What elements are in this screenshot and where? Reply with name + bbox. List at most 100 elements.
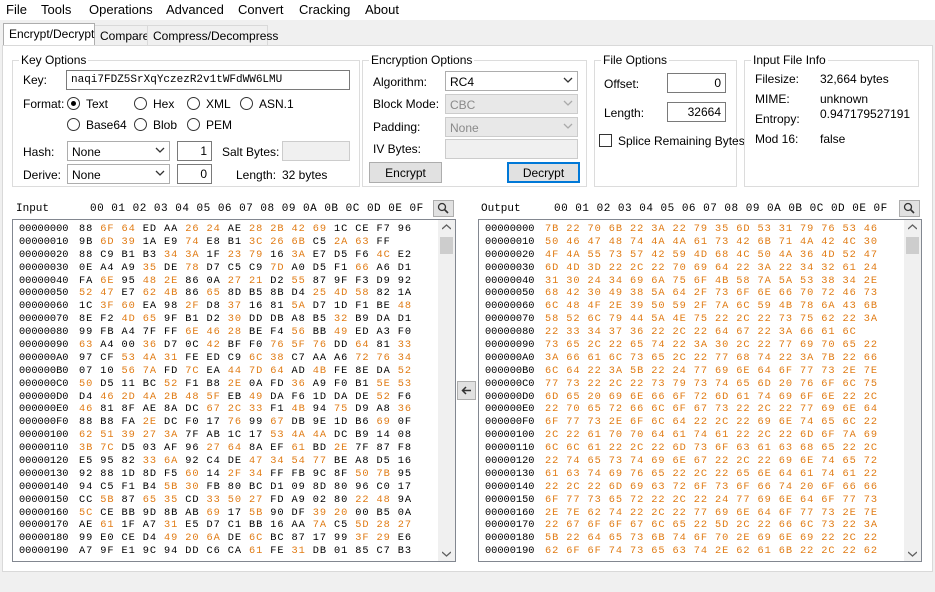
row-bytes: 2C 22 61 70 70 64 61 74 61 22 2C 22 6D 6… bbox=[545, 429, 878, 442]
row-bytes: 9B 6D 39 1A E9 74 E8 B1 3C 26 6B C5 2A 6… bbox=[79, 235, 391, 248]
row-address: 000000C0 bbox=[19, 377, 69, 390]
row-address: 00000110 bbox=[485, 442, 535, 455]
copy-output-to-input-button[interactable] bbox=[457, 381, 476, 400]
chevron-up-icon bbox=[442, 224, 451, 230]
row-bytes: 6D 4D 3D 22 2C 22 70 69 64 22 3A 22 34 3… bbox=[545, 261, 878, 274]
tab-compare[interactable]: Compare bbox=[94, 25, 149, 46]
row-bytes: 6F 77 73 2E 6F 6C 64 22 2C 22 69 6E 74 6… bbox=[545, 416, 878, 429]
format-base64-radio[interactable] bbox=[67, 118, 80, 131]
input-hex-row: 00000070 8E F2 4D 65 9F B1 D2 30 DD DB A8… bbox=[19, 313, 412, 326]
menu-tools[interactable]: Tools bbox=[41, 2, 71, 17]
row-bytes: 6C 64 22 3A 5B 22 24 77 69 6E 64 6F 77 7… bbox=[545, 364, 878, 377]
key-input[interactable]: naqi7FDZ5SrXqYczezR2v1tWFdWW6LMU bbox=[66, 70, 350, 90]
format-text-radio[interactable] bbox=[67, 97, 80, 110]
row-bytes: 63 A4 00 36 D7 0C 42 BF F0 76 5F 76 DD 6… bbox=[79, 339, 412, 352]
output-hex-row: 00000150 6F 77 73 65 72 22 2C 22 24 77 69… bbox=[485, 494, 878, 507]
output-column-header: 00 01 02 03 04 05 06 07 08 09 0A 0B 0C 0… bbox=[554, 203, 888, 215]
search-icon bbox=[903, 202, 915, 214]
format-pem-radio[interactable] bbox=[187, 118, 200, 131]
input-hex-row: 00000180 99 E0 CE D4 49 20 6A DE 6C BC 87… bbox=[19, 532, 412, 545]
input-hex-row: 00000150 CC 5B 87 65 35 CD 33 50 27 FD A9… bbox=[19, 494, 412, 507]
menu-about[interactable]: About bbox=[365, 2, 399, 17]
entropy-label: Entropy: bbox=[755, 112, 800, 126]
hash-iterations-input[interactable]: 1 bbox=[177, 141, 212, 161]
hash-select[interactable]: None bbox=[67, 141, 170, 161]
format-hex-radio[interactable] bbox=[134, 97, 147, 110]
input-hex-row: 000000F0 88 B8 FA 2E DC F0 17 76 99 67 DB… bbox=[19, 416, 412, 429]
input-column-header: 00 01 02 03 04 05 06 07 08 09 0A 0B 0C 0… bbox=[90, 203, 424, 215]
menu-advanced[interactable]: Advanced bbox=[166, 2, 224, 17]
format-hex-label: Hex bbox=[153, 97, 175, 111]
row-bytes: E5 95 82 33 6A 92 C4 DE 47 34 54 77 BE A… bbox=[79, 455, 412, 468]
output-search-button[interactable] bbox=[899, 200, 920, 217]
row-bytes: 6F 77 73 65 72 22 2C 22 24 77 69 6E 64 6… bbox=[545, 493, 878, 506]
decrypt-button[interactable]: Decrypt bbox=[507, 162, 580, 183]
derive-number-input[interactable]: 0 bbox=[177, 164, 212, 184]
row-address: 00000070 bbox=[19, 313, 69, 326]
offset-input[interactable]: 0 bbox=[667, 73, 726, 93]
input-hex-view[interactable]: 00000000 88 6F 64 ED AA 26 24 AE 28 2B 42… bbox=[12, 219, 456, 562]
hash-label: Hash: bbox=[23, 145, 55, 159]
output-hex-view[interactable]: 00000000 7B 22 70 6B 22 3A 22 79 35 6D 53… bbox=[478, 219, 922, 562]
block-mode-select[interactable]: CBC bbox=[445, 94, 578, 114]
row-address: 00000130 bbox=[485, 467, 535, 480]
menu-convert[interactable]: Convert bbox=[238, 2, 284, 17]
row-address: 00000060 bbox=[19, 300, 69, 313]
row-bytes: 46 81 8F AE 8A DC 67 2C 33 F1 4B 94 75 D… bbox=[79, 403, 412, 416]
output-hex-row: 00000140 22 2C 22 6D 69 63 72 6F 73 6F 66… bbox=[485, 481, 878, 494]
tab-compress-decompress[interactable]: Compress/Decompress bbox=[147, 25, 278, 46]
row-address: 00000130 bbox=[19, 467, 69, 480]
row-address: 00000040 bbox=[19, 274, 69, 287]
input-hex-row: 00000140 94 C5 F1 B4 5B 30 FB 80 BC D1 09… bbox=[19, 481, 412, 494]
status-bar bbox=[0, 574, 935, 592]
row-bytes: 22 70 65 72 66 6C 6F 67 73 22 2C 22 77 6… bbox=[545, 403, 878, 416]
row-address: 00000050 bbox=[485, 287, 535, 300]
row-bytes: 22 67 6F 6F 67 6C 65 22 5D 2C 22 66 6C 7… bbox=[545, 519, 878, 532]
row-address: 00000170 bbox=[485, 519, 535, 532]
salt-bytes-input[interactable] bbox=[282, 141, 350, 161]
encryption-options-title: Encryption Options bbox=[369, 53, 475, 67]
format-asn1-radio[interactable] bbox=[240, 97, 253, 110]
row-address: 00000150 bbox=[485, 493, 535, 506]
row-bytes: 68 42 30 49 38 5A 64 2F 73 6F 6E 66 70 7… bbox=[545, 287, 878, 300]
row-address: 00000000 bbox=[19, 223, 69, 235]
row-address: 00000140 bbox=[485, 480, 535, 493]
menu-file[interactable]: File bbox=[6, 2, 27, 17]
tab-encrypt-decrypt[interactable]: Encrypt/Decrypt bbox=[3, 23, 95, 45]
chevron-down-icon bbox=[155, 167, 165, 179]
output-hex-row: 00000000 7B 22 70 6B 22 3A 22 79 35 6D 53… bbox=[485, 223, 878, 236]
input-hex-row: 00000130 92 88 1D 8D F5 60 14 2F 34 FF FB… bbox=[19, 468, 412, 481]
row-bytes: 0E A4 A9 35 DE 78 D7 C5 C9 7D A0 D5 F1 6… bbox=[79, 261, 412, 274]
padding-select[interactable]: None bbox=[445, 117, 578, 137]
row-address: 00000000 bbox=[485, 223, 535, 235]
splice-label: Splice Remaining Bytes bbox=[618, 134, 745, 148]
input-scrollbar[interactable] bbox=[438, 220, 455, 561]
input-search-button[interactable] bbox=[433, 200, 454, 217]
file-options-title: File Options bbox=[601, 53, 670, 67]
output-hex-row: 000000B0 6C 64 22 3A 5B 22 24 77 69 6E 64… bbox=[485, 365, 878, 378]
output-scrollbar[interactable] bbox=[904, 220, 921, 561]
row-bytes: 77 73 22 2C 22 73 79 73 74 65 6D 20 76 6… bbox=[545, 377, 878, 390]
menu-cracking[interactable]: Cracking bbox=[299, 2, 350, 17]
key-length-value: 32 bytes bbox=[282, 168, 328, 182]
menu-operations[interactable]: Operations bbox=[89, 2, 153, 17]
input-hex-rows: 00000000 88 6F 64 ED AA 26 24 AE 28 2B 42… bbox=[19, 223, 412, 558]
format-blob-radio[interactable] bbox=[134, 118, 147, 131]
input-scroll-thumb[interactable] bbox=[440, 237, 453, 254]
format-xml-radio[interactable] bbox=[187, 97, 200, 110]
padding-label: Padding: bbox=[373, 120, 421, 134]
file-length-input[interactable]: 32664 bbox=[667, 102, 726, 122]
output-scroll-thumb[interactable] bbox=[906, 237, 919, 254]
algorithm-select[interactable]: RC4 bbox=[445, 71, 578, 91]
iv-bytes-input[interactable] bbox=[445, 139, 578, 159]
row-bytes: 8E F2 4D 65 9F B1 D2 30 DD DB A8 B5 32 B… bbox=[79, 313, 412, 326]
row-bytes: 1C 3F 60 EA 98 2F D8 37 16 81 5A D7 1D F… bbox=[79, 300, 412, 313]
row-bytes: AE 61 1F A7 31 E5 D7 C1 BB 16 AA 7A C5 5… bbox=[79, 519, 412, 532]
format-text-label: Text bbox=[86, 97, 109, 111]
derive-select[interactable]: None bbox=[67, 164, 170, 184]
row-address: 000000B0 bbox=[485, 364, 535, 377]
input-label: Input bbox=[16, 203, 50, 215]
splice-checkbox[interactable] bbox=[599, 134, 612, 147]
encrypt-button[interactable]: Encrypt bbox=[369, 162, 442, 183]
input-hex-row: 000000A0 97 CF 53 4A 31 FE ED C9 6C 38 C7… bbox=[19, 352, 412, 365]
